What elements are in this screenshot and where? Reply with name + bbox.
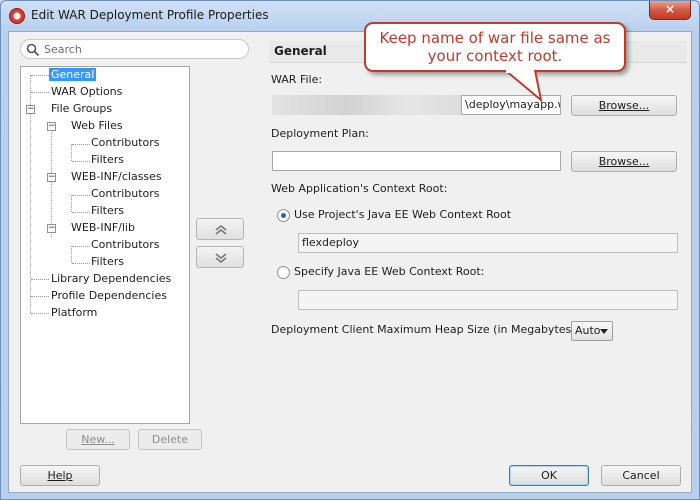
- tree-item-filters[interactable]: Filters: [89, 152, 126, 168]
- tree-guide: [72, 195, 90, 196]
- heap-size-label: Deployment Client Maximum Heap Size (in …: [271, 323, 580, 336]
- deployment-plan-label: Deployment Plan:: [271, 127, 369, 140]
- heap-size-select[interactable]: Auto: [571, 321, 613, 341]
- tree-guide: [31, 75, 49, 76]
- delete-button[interactable]: Delete: [138, 429, 202, 450]
- callout-line: your context root.: [427, 47, 563, 65]
- heap-size-value: Auto: [575, 324, 601, 337]
- redacted-path: [272, 95, 462, 115]
- project-context-root-field: flexdeploy: [298, 233, 678, 253]
- tree-item-web-inf-lib[interactable]: WEB-INF/lib: [69, 220, 137, 236]
- tree-guide: [72, 212, 90, 213]
- collapse-icon[interactable]: −: [47, 122, 56, 131]
- ok-label: OK: [541, 469, 557, 482]
- tree-item-label: Library Dependencies: [51, 272, 172, 285]
- tree-item-label: WEB-INF/lib: [71, 221, 135, 234]
- window-title: Edit WAR Deployment Profile Properties: [31, 8, 269, 22]
- collapse-icon[interactable]: −: [47, 224, 56, 233]
- collapse-icon[interactable]: −: [47, 173, 56, 182]
- tree-item-contributors[interactable]: Contributors: [89, 237, 162, 253]
- tree-guide: [72, 246, 90, 247]
- war-file-label: WAR File:: [271, 73, 323, 86]
- tree-guide: [72, 161, 90, 162]
- tree-guide: [72, 144, 90, 145]
- tree-item-profile-dependencies[interactable]: Profile Dependencies: [49, 288, 169, 304]
- context-root-label: Web Application's Context Root:: [271, 182, 448, 195]
- tree-item-label: Contributors: [91, 136, 160, 149]
- tree-guide: [31, 279, 49, 280]
- tree-guide: [51, 127, 52, 237]
- tree-item-filters[interactable]: Filters: [89, 254, 126, 270]
- tree-item-label: WEB-INF/classes: [71, 170, 162, 183]
- tree-item-platform[interactable]: Platform: [49, 305, 99, 321]
- tree-item-label: File Groups: [51, 102, 113, 115]
- tree-guide: [71, 195, 72, 212]
- tree-item-general[interactable]: General: [49, 67, 97, 83]
- tree-item-label: Profile Dependencies: [51, 289, 167, 302]
- tree-item-label: Filters: [91, 204, 124, 217]
- tree-item-label: WAR Options: [51, 85, 123, 98]
- tree-item-web-files[interactable]: Web Files: [69, 118, 125, 134]
- search-input[interactable]: [44, 42, 240, 56]
- chevron-down-icon: [600, 329, 608, 334]
- tree-guide: [31, 92, 49, 93]
- help-button[interactable]: Help: [20, 465, 100, 486]
- browse-label: Browse...: [598, 99, 650, 112]
- tree-guide: [71, 144, 72, 161]
- dialog-window: Edit WAR Deployment Profile Properties ×: [0, 0, 700, 500]
- tree-item-web-inf-classes[interactable]: WEB-INF/classes: [69, 169, 164, 185]
- close-button[interactable]: ×: [649, 1, 691, 20]
- search-box[interactable]: [20, 39, 249, 59]
- tree-item-label: Filters: [91, 255, 124, 268]
- panel-title: General: [274, 44, 327, 58]
- app-icon: [9, 8, 25, 24]
- move-up-button[interactable]: [196, 218, 244, 240]
- tree-guide: [31, 296, 49, 297]
- delete-button-label: Delete: [151, 433, 189, 446]
- tree-guide: [71, 246, 72, 263]
- tree-item-library-dependencies[interactable]: Library Dependencies: [49, 271, 173, 287]
- tree-item-contributors[interactable]: Contributors: [89, 186, 162, 202]
- double-chevron-down-icon: [215, 253, 227, 264]
- use-project-label[interactable]: Use Project's Java EE Web Context Root: [294, 208, 511, 221]
- tree-item-label: Web Files: [71, 119, 123, 132]
- war-file-browse-button[interactable]: Browse...: [571, 95, 677, 116]
- ok-button[interactable]: OK: [509, 465, 589, 486]
- double-chevron-up-icon: [215, 224, 227, 235]
- deployment-plan-browse-button[interactable]: Browse...: [571, 151, 677, 172]
- cancel-label: Cancel: [622, 469, 660, 482]
- tree-item-label: Platform: [51, 306, 98, 319]
- tree-item-label: General: [49, 68, 97, 81]
- browse-label: Browse...: [598, 155, 650, 168]
- tree-guide: [31, 313, 49, 314]
- specify-label[interactable]: Specify Java EE Web Context Root:: [294, 265, 484, 278]
- annotation-callout: Keep name of war file same as your conte…: [364, 22, 626, 72]
- tree-item-war-options[interactable]: WAR Options: [49, 84, 124, 100]
- dialog-body: − − − − General WAR Options File Groups …: [8, 31, 692, 493]
- collapse-icon[interactable]: −: [26, 105, 35, 114]
- tree-item-label: Contributors: [91, 187, 160, 200]
- navigation-tree: − − − − General WAR Options File Groups …: [20, 66, 190, 424]
- tree-guide: [72, 263, 90, 264]
- callout-line: Keep name of war file same as: [379, 29, 611, 47]
- move-down-button[interactable]: [196, 246, 244, 268]
- new-button-label: New...: [81, 433, 115, 446]
- new-button[interactable]: New...: [66, 429, 130, 450]
- search-icon: [26, 43, 40, 57]
- tree-item-label: Filters: [91, 153, 124, 166]
- specify-context-root-field: [298, 290, 678, 310]
- tree-item-filters[interactable]: Filters: [89, 203, 126, 219]
- cancel-button[interactable]: Cancel: [601, 465, 681, 486]
- specify-radio[interactable]: [277, 266, 290, 279]
- help-label: Help: [47, 469, 73, 482]
- callout-pointer: [503, 70, 543, 102]
- tree-item-contributors[interactable]: Contributors: [89, 135, 162, 151]
- tree-item-file-groups[interactable]: File Groups: [49, 101, 114, 117]
- tree-item-label: Contributors: [91, 238, 160, 251]
- use-project-radio[interactable]: [277, 209, 290, 222]
- deployment-plan-field[interactable]: [272, 151, 561, 171]
